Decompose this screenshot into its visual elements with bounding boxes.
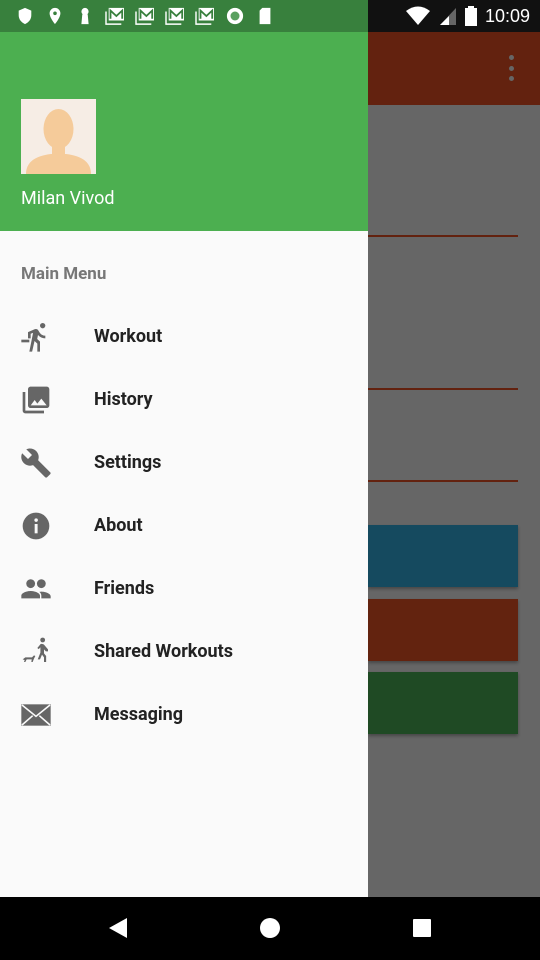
menu-item-workout[interactable]: Workout — [0, 305, 368, 368]
people-icon — [21, 578, 51, 598]
menu-item-friends[interactable]: Friends — [0, 557, 368, 620]
menu-item-label: History — [94, 389, 153, 410]
menu-item-messaging[interactable]: Messaging — [0, 683, 368, 746]
gmail-icon — [165, 7, 184, 25]
location-icon — [49, 7, 61, 25]
menu-item-label: Messaging — [94, 704, 184, 725]
divider — [368, 480, 518, 482]
gmail-icon — [105, 7, 124, 25]
user-name: Milan Vivod — [21, 188, 115, 209]
menu-item-settings[interactable]: Settings — [0, 431, 368, 494]
system-status: 10:09 — [405, 0, 530, 32]
envelope-icon — [21, 703, 51, 726]
menu-item-shared-workouts[interactable]: Shared Workouts — [0, 620, 368, 683]
info-icon — [22, 512, 50, 539]
status-bar: 10:09 — [0, 0, 540, 32]
battery-icon — [464, 6, 477, 26]
wifi-icon — [405, 6, 430, 25]
blue-button[interactable] — [368, 525, 518, 587]
home-button[interactable] — [259, 917, 281, 939]
overflow-menu-icon[interactable] — [505, 55, 517, 81]
navigation-drawer: Milan Vivod Main Menu Workout History Se… — [0, 32, 368, 897]
signal-icon — [439, 8, 456, 25]
recents-button[interactable] — [412, 918, 432, 938]
running-icon — [21, 322, 46, 352]
menu-item-history[interactable]: History — [0, 368, 368, 431]
record-icon — [226, 7, 244, 25]
menu-item-label: Settings — [94, 452, 162, 473]
avatar[interactable] — [21, 99, 96, 174]
gmail-icon — [135, 7, 154, 25]
menu-item-label: Workout — [94, 326, 163, 347]
divider — [368, 388, 518, 390]
divider — [368, 235, 518, 237]
photo-library-icon — [22, 386, 50, 413]
green-button[interactable] — [368, 672, 518, 734]
back-button[interactable] — [108, 917, 128, 939]
notification-icons — [0, 0, 368, 32]
background-app — [368, 32, 540, 897]
menu-item-label: Shared Workouts — [94, 641, 233, 662]
shield-icon — [18, 7, 32, 25]
menu-item-label: Friends — [94, 578, 155, 599]
dog-walk-icon — [22, 637, 48, 662]
menu-item-label: About — [94, 515, 143, 536]
drawer-header: Milan Vivod — [0, 32, 368, 231]
menu-item-about[interactable]: About — [0, 494, 368, 557]
brown-button[interactable] — [368, 599, 518, 661]
wrench-icon — [21, 447, 51, 478]
clock: 10:09 — [484, 5, 530, 26]
gmail-icon — [195, 7, 214, 25]
section-title: Main Menu — [21, 264, 107, 284]
sd-card-icon — [259, 7, 271, 25]
navigation-bar — [0, 897, 540, 960]
keyhole-icon — [81, 7, 89, 25]
